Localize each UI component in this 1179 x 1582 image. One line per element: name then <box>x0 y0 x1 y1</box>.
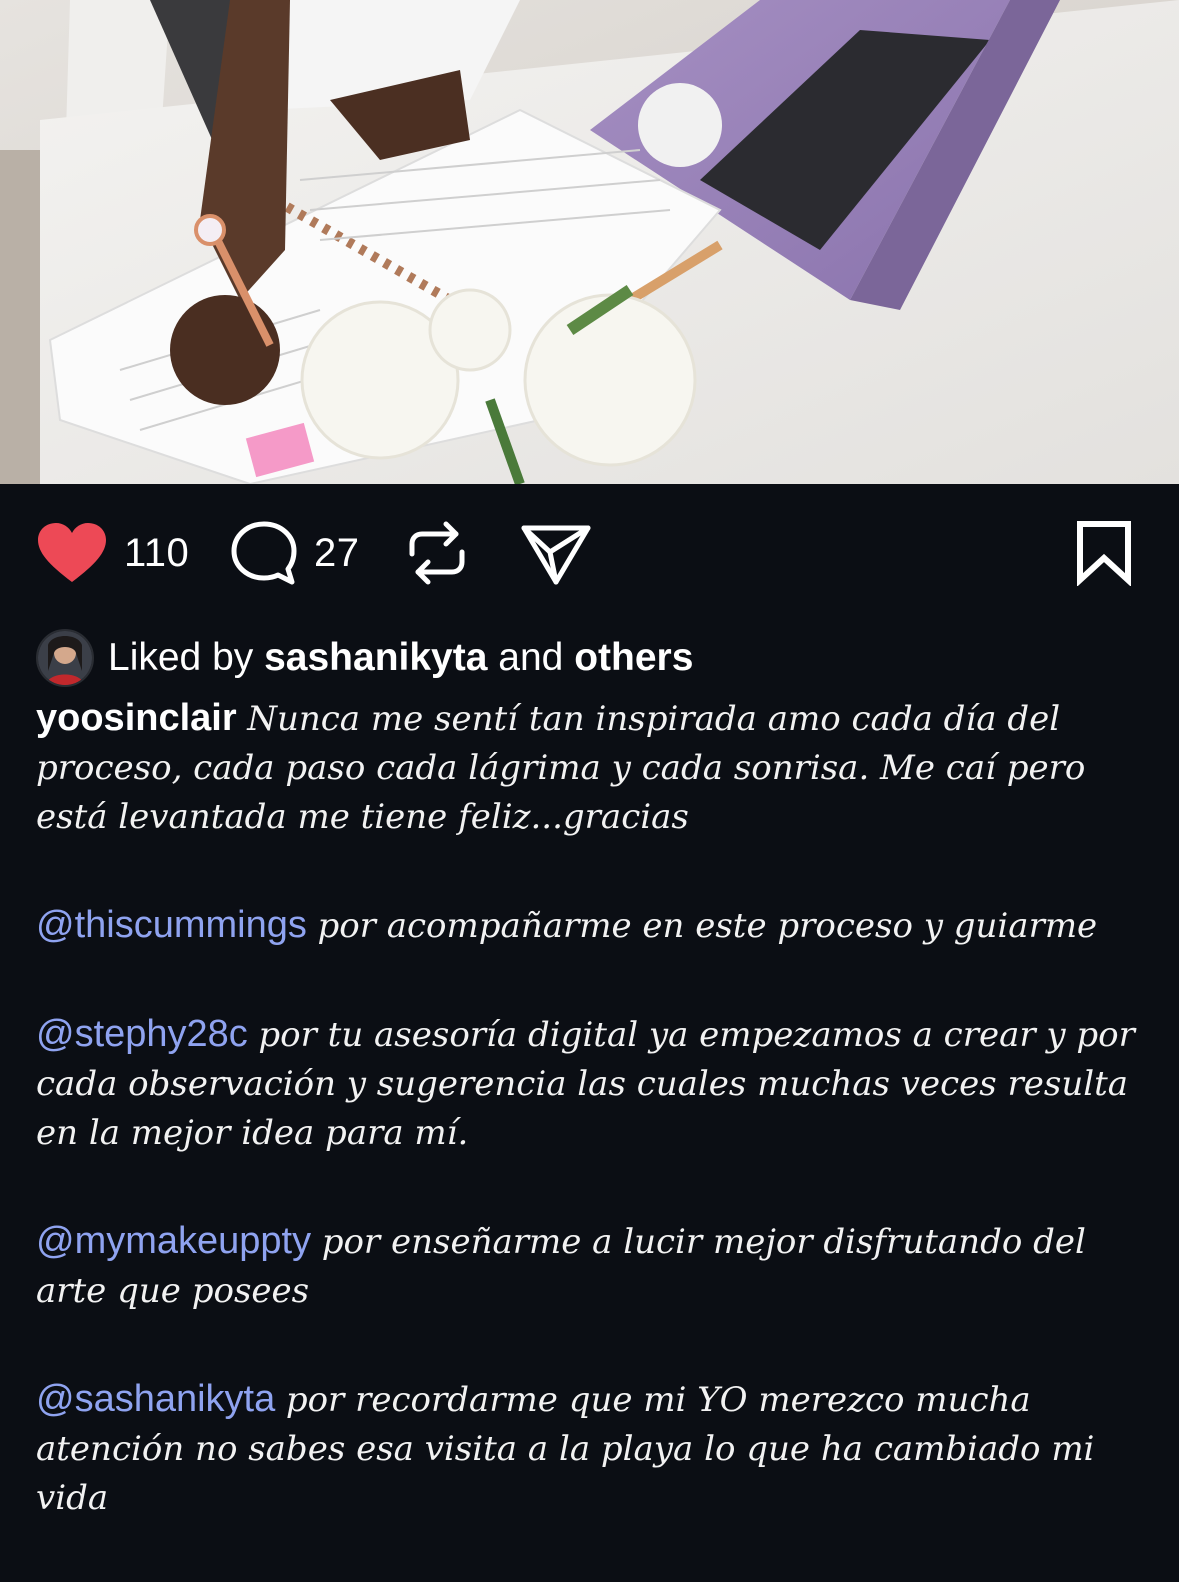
liked-by-row[interactable]: Liked by sashanikyta and others <box>36 628 693 688</box>
mention-link[interactable]: @thiscummings <box>36 904 307 946</box>
mention-link[interactable]: @mymakeuppty <box>36 1220 311 1262</box>
avatar-image <box>38 631 92 685</box>
post-caption: yoosinclair Nunca me sentí tan inspirada… <box>36 694 1146 1582</box>
post-image[interactable] <box>0 0 1179 484</box>
caption-intro: yoosinclair Nunca me sentí tan inspirada… <box>36 694 1146 841</box>
repost-icon <box>409 521 465 585</box>
liked-by-prefix: Liked by <box>108 636 254 679</box>
caption-thanks-item: @thiscummings por acompañarme en este pr… <box>36 901 1146 950</box>
mention-link[interactable]: @sashanikyta <box>36 1378 275 1420</box>
comment-button[interactable]: 27 <box>230 520 360 586</box>
liked-by-and: and <box>498 636 564 679</box>
caption-thanks-item: @mymakeuppty por enseñarme a lucir mejor… <box>36 1217 1146 1315</box>
caption-thanks-item: @sashanikyta por recordarme que mi YO me… <box>36 1375 1146 1522</box>
like-button[interactable]: 110 <box>36 520 189 586</box>
like-count: 110 <box>124 530 190 575</box>
caption-author[interactable]: yoosinclair <box>36 697 237 739</box>
liker-avatar[interactable] <box>36 629 94 687</box>
caption-thanks-item: @stephy28c por tu asesoría digital ya em… <box>36 1010 1146 1157</box>
liked-by-user[interactable]: sashanikyta <box>264 636 487 680</box>
bookmark-icon <box>1077 521 1131 586</box>
thanks-text: por acompañarme en este proceso y guiarm… <box>317 906 1098 946</box>
mention-link[interactable]: @stephy28c <box>36 1013 248 1055</box>
heart-icon <box>38 523 106 582</box>
share-button[interactable] <box>520 520 592 586</box>
save-button[interactable] <box>1074 520 1134 586</box>
comment-count: 27 <box>314 530 360 575</box>
send-icon <box>521 525 591 585</box>
repost-button[interactable] <box>406 520 468 586</box>
post-action-bar: 110 27 <box>0 484 1179 624</box>
post-photo-illustration <box>0 0 1179 484</box>
comment-bubble-icon <box>231 521 297 585</box>
liked-by-others[interactable]: others <box>574 636 693 680</box>
